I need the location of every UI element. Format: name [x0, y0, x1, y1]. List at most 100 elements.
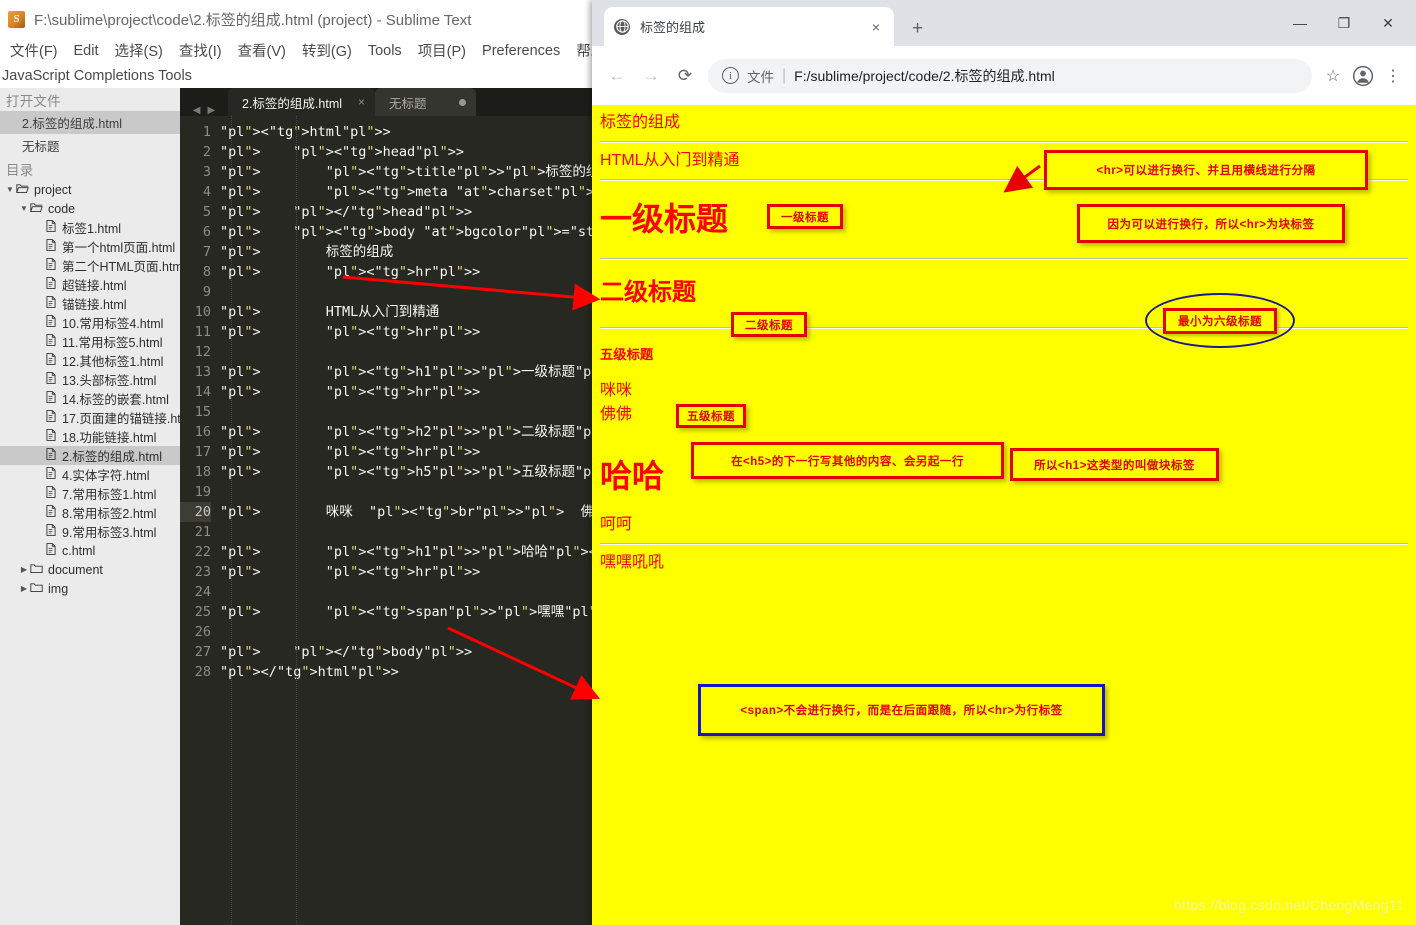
tree-folder[interactable]: ▶document — [0, 560, 180, 579]
tree-file[interactable]: 7.常用标签1.html — [0, 484, 180, 503]
menu-project[interactable]: 项目(P) — [410, 40, 474, 61]
code-line[interactable]: "pl"> "pl"><"tg">h1"pl">>"pl">哈哈"pl"></"… — [220, 542, 592, 562]
open-file-item-untitled[interactable]: 无标题 — [0, 134, 180, 157]
url-text[interactable]: F:/sublime/project/code/2.标签的组成.html — [794, 66, 1055, 86]
address-bar[interactable]: i 文件 | F:/sublime/project/code/2.标签的组成.h… — [708, 59, 1312, 93]
sublime-sidebar[interactable]: 打开文件 2.标签的组成.html 无标题 目录 ▼project▼code标签… — [0, 88, 180, 925]
page-hr-2 — [600, 179, 1408, 181]
code-line[interactable]: "pl"> HTML从入门到精通 — [220, 302, 592, 322]
tree-folder[interactable]: ▼code — [0, 199, 180, 218]
close-button[interactable]: ✕ — [1366, 8, 1410, 38]
code-line[interactable]: "pl"> "pl"><"tg">h1"pl">>"pl">一级标题"pl"><… — [220, 362, 592, 382]
close-icon[interactable]: × — [868, 19, 884, 35]
tree-file[interactable]: 第二个HTML页面.htm — [0, 256, 180, 275]
code-line[interactable]: "pl"> "pl"><"tg">meta "at">charset"pl">=… — [220, 182, 592, 202]
tree-file[interactable]: 2.标签的组成.html — [0, 446, 180, 465]
code-line[interactable]: "pl"> "pl"><"tg">body "at">bgcolor"pl">=… — [220, 222, 592, 242]
code-line[interactable]: "pl"> 咪咪 "pl"><"tg">br"pl">>"pl"> 佛佛 — [220, 502, 592, 522]
tree-file[interactable]: 13.头部标签.html — [0, 370, 180, 389]
tab-scroll-arrows[interactable]: ◀ ▶ — [180, 105, 228, 116]
code-line[interactable] — [220, 402, 592, 422]
menu-file[interactable]: 文件(F) — [2, 40, 66, 61]
code-line[interactable]: "pl"> "pl"><"tg">hr"pl">> — [220, 562, 592, 582]
menu-help[interactable]: 帮助 — [568, 40, 592, 61]
maximize-button[interactable]: ❐ — [1322, 8, 1366, 38]
menu-javascript-completions-tools[interactable]: JavaScript Completions Tools — [2, 68, 200, 84]
code-line[interactable]: "pl"> "pl"></"tg">head"pl">> — [220, 202, 592, 222]
tree-folder[interactable]: ▶img — [0, 579, 180, 598]
line-number: 14 — [180, 382, 211, 402]
menu-find[interactable]: 查找(I) — [171, 40, 230, 61]
code-line[interactable]: "pl"> "pl"></"tg">body"pl">> — [220, 642, 592, 662]
chevron-down-icon[interactable]: ▼ — [4, 185, 16, 194]
new-tab-button[interactable]: + — [912, 18, 923, 40]
editor-tab-untitled[interactable]: 无标题 — [375, 88, 476, 116]
open-file-item-active[interactable]: 2.标签的组成.html — [0, 111, 180, 134]
code-line[interactable] — [220, 282, 592, 302]
code-line[interactable]: "pl"> "pl"><"tg">hr"pl">> — [220, 262, 592, 282]
sidebar-file-tree[interactable]: ▼project▼code标签1.html第一个html页面.html第二个HT… — [0, 180, 180, 598]
menu-view[interactable]: 查看(V) — [230, 40, 294, 61]
code-line[interactable] — [220, 482, 592, 502]
code-line[interactable]: "pl"> "pl"><"tg">h5"pl">>"pl">五级标题"pl"><… — [220, 462, 592, 482]
info-circle-icon[interactable]: i — [722, 67, 739, 84]
code-line[interactable]: "pl"> "pl"><"tg">hr"pl">> — [220, 322, 592, 342]
browser-tab-title: 标签的组成 — [640, 17, 868, 36]
tab-scroll-left-icon[interactable]: ◀ — [193, 105, 201, 116]
tree-folder[interactable]: ▼project — [0, 180, 180, 199]
tree-file[interactable]: 超链接.html — [0, 275, 180, 294]
code-line[interactable]: "pl"> "pl"><"tg">title"pl">>"pl">标签的组成"p… — [220, 162, 592, 182]
code-line[interactable]: "pl"> "pl"><"tg">hr"pl">> — [220, 382, 592, 402]
line-number: 13 — [180, 362, 211, 382]
menu-tools[interactable]: Tools — [360, 43, 410, 59]
menu-edit[interactable]: Edit — [66, 43, 107, 59]
profile-avatar-icon[interactable] — [1348, 59, 1378, 93]
code-line[interactable]: "pl"> 标签的组成 — [220, 242, 592, 262]
editor-tab-active[interactable]: 2.标签的组成.html × — [228, 88, 375, 116]
close-icon[interactable]: × — [358, 95, 365, 109]
tree-file[interactable]: 第一个html页面.html — [0, 237, 180, 256]
menu-goto[interactable]: 转到(G) — [294, 40, 360, 61]
chrome-menu-icon[interactable]: ⋮ — [1378, 59, 1408, 93]
chevron-right-icon[interactable]: ▶ — [18, 584, 30, 593]
menu-preferences[interactable]: Preferences — [474, 43, 568, 59]
browser-tab[interactable]: 标签的组成 × — [604, 7, 894, 46]
tree-file[interactable]: 18.功能链接.html — [0, 427, 180, 446]
tree-file[interactable]: 锚链接.html — [0, 294, 180, 313]
tree-file[interactable]: 14.标签的嵌套.html — [0, 389, 180, 408]
page-text-biaoqian: 标签的组成 — [600, 113, 1408, 133]
tree-file[interactable]: 12.其他标签1.html — [0, 351, 180, 370]
tree-file[interactable]: 17.页面建的锚链接.ht — [0, 408, 180, 427]
tree-file[interactable]: 9.常用标签3.html — [0, 522, 180, 541]
tree-file[interactable]: c.html — [0, 541, 180, 560]
tree-file[interactable]: 标签1.html — [0, 218, 180, 237]
code-line[interactable] — [220, 342, 592, 362]
code-area[interactable]: 1234567891011121314151617181920212223242… — [180, 116, 592, 925]
chevron-right-icon[interactable]: ▶ — [18, 565, 30, 574]
back-button[interactable]: ← — [600, 59, 634, 93]
minimize-button[interactable]: — — [1278, 8, 1322, 38]
code-line[interactable]: "pl"> "pl"><"tg">head"pl">> — [220, 142, 592, 162]
menu-selection[interactable]: 选择(S) — [107, 40, 171, 61]
code-line[interactable] — [220, 522, 592, 542]
code-line[interactable] — [220, 622, 592, 642]
code-line[interactable]: "pl"> "pl"><"tg">span"pl">>"pl">嘿嘿"pl"><… — [220, 602, 592, 622]
forward-button[interactable]: → — [634, 59, 668, 93]
code-line[interactable]: "pl"> "pl"><"tg">hr"pl">> — [220, 442, 592, 462]
sublime-editor[interactable]: ◀ ▶ 2.标签的组成.html × 无标题 12345678910111213… — [180, 88, 592, 925]
menubar-row-primary: 文件(F) Edit 选择(S) 查找(I) 查看(V) 转到(G) Tools… — [0, 38, 592, 63]
code-content[interactable]: "pl"><"tg">html"pl">>"pl"> "pl"><"tg">he… — [220, 116, 592, 925]
reload-button[interactable]: ⟳ — [668, 59, 702, 93]
code-line[interactable]: "pl"><"tg">html"pl">> — [220, 122, 592, 142]
chevron-down-icon[interactable]: ▼ — [18, 204, 30, 213]
code-line[interactable]: "pl"></"tg">html"pl">> — [220, 662, 592, 682]
tree-file[interactable]: 4.实体字符.html — [0, 465, 180, 484]
rendered-web-page[interactable]: 标签的组成 HTML从入门到精通 一级标题 二级标题 五级标题 咪咪 佛佛 哈哈… — [592, 105, 1416, 925]
code-line[interactable]: "pl"> "pl"><"tg">h2"pl">>"pl">二级标题"pl"><… — [220, 422, 592, 442]
bookmark-star-icon[interactable]: ☆ — [1318, 59, 1348, 93]
tab-scroll-right-icon[interactable]: ▶ — [208, 105, 216, 116]
code-line[interactable] — [220, 582, 592, 602]
tree-file[interactable]: 11.常用标签5.html — [0, 332, 180, 351]
tree-file[interactable]: 10.常用标签4.html — [0, 313, 180, 332]
tree-file[interactable]: 8.常用标签2.html — [0, 503, 180, 522]
